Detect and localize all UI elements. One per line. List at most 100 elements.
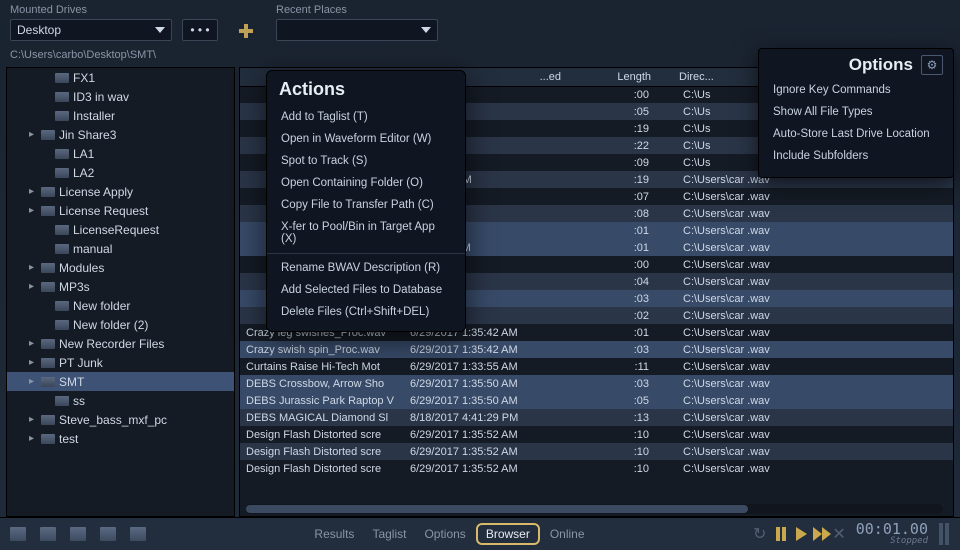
transport-controls: ↻ ✕ 00:01.00 Stopped [753, 522, 950, 546]
recent-places-dropdown[interactable] [276, 19, 438, 41]
menu-item[interactable]: Open Containing Folder (O) [267, 172, 465, 194]
tree-item[interactable]: ▸License Apply [7, 182, 234, 201]
scrollbar-thumb[interactable] [246, 505, 748, 513]
tree-item[interactable]: ▸test [7, 429, 234, 448]
cell-name: Curtains Raise Hi-Tech Mot [246, 361, 410, 373]
table-row[interactable]: Design Flash Distorted scre6/29/2017 1:3… [240, 460, 953, 477]
table-row[interactable]: Design Flash Distorted scre6/29/2017 1:3… [240, 443, 953, 460]
folder-icon [41, 339, 55, 349]
menu-item[interactable]: Delete Files (Ctrl+Shift+DEL) [267, 301, 465, 323]
tree-item[interactable]: New folder (2) [7, 315, 234, 334]
table-row[interactable]: Design Flash Distorted scre6/29/2017 1:3… [240, 426, 953, 443]
tree-item-label: LA2 [73, 166, 94, 180]
tree-item[interactable]: ▸MP3s [7, 277, 234, 296]
tab-online[interactable]: Online [542, 525, 593, 543]
tree-item[interactable]: manual [7, 239, 234, 258]
option-item[interactable]: Show All File Types [759, 101, 953, 123]
folder-icon [41, 358, 55, 368]
folder-icon [41, 377, 55, 387]
loop-icon[interactable]: ↻ [753, 524, 766, 544]
tab-bar: ResultsTaglistOptionsBrowserOnline [306, 523, 592, 545]
tree-item[interactable]: FX1 [7, 68, 234, 87]
option-item[interactable]: Auto-Store Last Drive Location [759, 123, 953, 145]
cell-dir: C:\Users\car .wav [683, 327, 953, 339]
folder-tree[interactable]: FX1ID3 in wavInstaller▸Jin Share3LA1 LA2 ▸… [7, 68, 234, 516]
folder-icon[interactable] [100, 527, 116, 541]
tree-item[interactable]: LA1 [7, 144, 234, 163]
cell-date: 6/29/2017 1:35:50 AM [410, 378, 565, 390]
tab-options[interactable]: Options [416, 525, 473, 543]
option-item[interactable]: Ignore Key Commands [759, 79, 953, 101]
table-row[interactable]: DEBS MAGICAL Diamond Sl8/18/2017 4:41:29… [240, 409, 953, 426]
folder-icon [41, 263, 55, 273]
new-file-icon[interactable] [10, 527, 26, 541]
tab-browser[interactable]: Browser [476, 523, 540, 545]
folder-icon [41, 130, 55, 140]
table-row[interactable]: DEBS Jurassic Park Raptop V6/29/2017 1:3… [240, 392, 953, 409]
table-row[interactable]: Crazy swish spin_Proc.wav6/29/2017 1:35:… [240, 341, 953, 358]
cell-dir: C:\Users\car .wav [683, 225, 953, 237]
tree-item[interactable]: ss [7, 391, 234, 410]
tree-item[interactable]: ▸Modules [7, 258, 234, 277]
folder-icon [55, 111, 69, 121]
gear-icon[interactable]: ⚙ [921, 55, 943, 75]
folder-icon [41, 282, 55, 292]
options-menu: Options ⚙ Ignore Key CommandsShow All Fi… [758, 48, 954, 178]
tab-results[interactable]: Results [306, 525, 362, 543]
play-button[interactable] [796, 527, 807, 541]
tree-item[interactable]: ▸License Request [7, 201, 234, 220]
menu-item[interactable]: Copy File to Transfer Path (C) [267, 194, 465, 216]
folder-icon [55, 149, 69, 159]
table-row[interactable]: DEBS Crossbow, Arrow Sho6/29/2017 1:35:5… [240, 375, 953, 392]
tree-item[interactable]: ▸New Recorder Files [7, 334, 234, 353]
cell-length: :07 [565, 191, 683, 203]
table-row[interactable]: Curtains Raise Hi-Tech Mot6/29/2017 1:33… [240, 358, 953, 375]
menu-item[interactable]: Spot to Track (S) [267, 150, 465, 172]
fast-forward-button[interactable] [813, 527, 822, 541]
menu-item[interactable]: X-fer to Pool/Bin in Target App (X) [267, 216, 465, 250]
plus-icon [238, 23, 254, 39]
cell-length: :00 [565, 259, 683, 271]
cell-date: 6/29/2017 1:35:50 AM [410, 395, 565, 407]
menu-item[interactable]: Add to Taglist (T) [267, 106, 465, 128]
tab-taglist[interactable]: Taglist [364, 525, 414, 543]
horizontal-scrollbar[interactable] [246, 504, 943, 514]
tree-item[interactable]: LA2 [7, 163, 234, 182]
tree-item[interactable]: Installer [7, 106, 234, 125]
folder-icon [55, 225, 69, 235]
cell-length: :10 [565, 463, 683, 475]
menu-item[interactable]: Add Selected Files to Database [267, 279, 465, 301]
col-length[interactable]: Length [567, 71, 671, 83]
tree-item[interactable]: ▸PT Junk [7, 353, 234, 372]
cell-dir: C:\Users\car .wav [683, 463, 953, 475]
tree-item[interactable]: ▸Jin Share3 [7, 125, 234, 144]
tree-item-label: ss [73, 394, 85, 408]
timecode-status: Stopped [856, 537, 928, 546]
folder-icon [41, 187, 55, 197]
export-icon[interactable] [130, 527, 146, 541]
tree-item[interactable]: LicenseRequest [7, 220, 234, 239]
pause-button[interactable] [776, 527, 786, 541]
cell-length: :10 [565, 446, 683, 458]
tree-item[interactable]: ▸Steve_bass_mxf_pc [7, 410, 234, 429]
tag-icon[interactable] [40, 527, 56, 541]
browse-button[interactable]: • • • [182, 19, 218, 41]
shuffle-icon[interactable]: ✕ [832, 524, 845, 544]
expander-icon: ▸ [29, 129, 37, 140]
cell-length: :11 [565, 361, 683, 373]
option-item[interactable]: Include Subfolders [759, 145, 953, 167]
mounted-drives-dropdown[interactable]: Desktop [10, 19, 172, 41]
cell-dir: C:\Users\car .wav [683, 276, 953, 288]
menu-item[interactable]: Rename BWAV Description (R) [267, 257, 465, 279]
expander-icon: ▸ [29, 357, 37, 368]
import-icon[interactable] [70, 527, 86, 541]
recent-places-section: Recent Places [276, 4, 438, 41]
tree-item[interactable]: New folder [7, 296, 234, 315]
menu-item[interactable]: Open in Waveform Editor (W) [267, 128, 465, 150]
tree-item-label: Steve_bass_mxf_pc [59, 413, 167, 427]
tree-item[interactable]: ▸SMT [7, 372, 234, 391]
tree-item[interactable]: ID3 in wav [7, 87, 234, 106]
cell-name: Crazy swish spin_Proc.wav [246, 344, 410, 356]
tree-item-label: New folder (2) [73, 318, 148, 332]
add-place-button[interactable] [236, 23, 258, 41]
